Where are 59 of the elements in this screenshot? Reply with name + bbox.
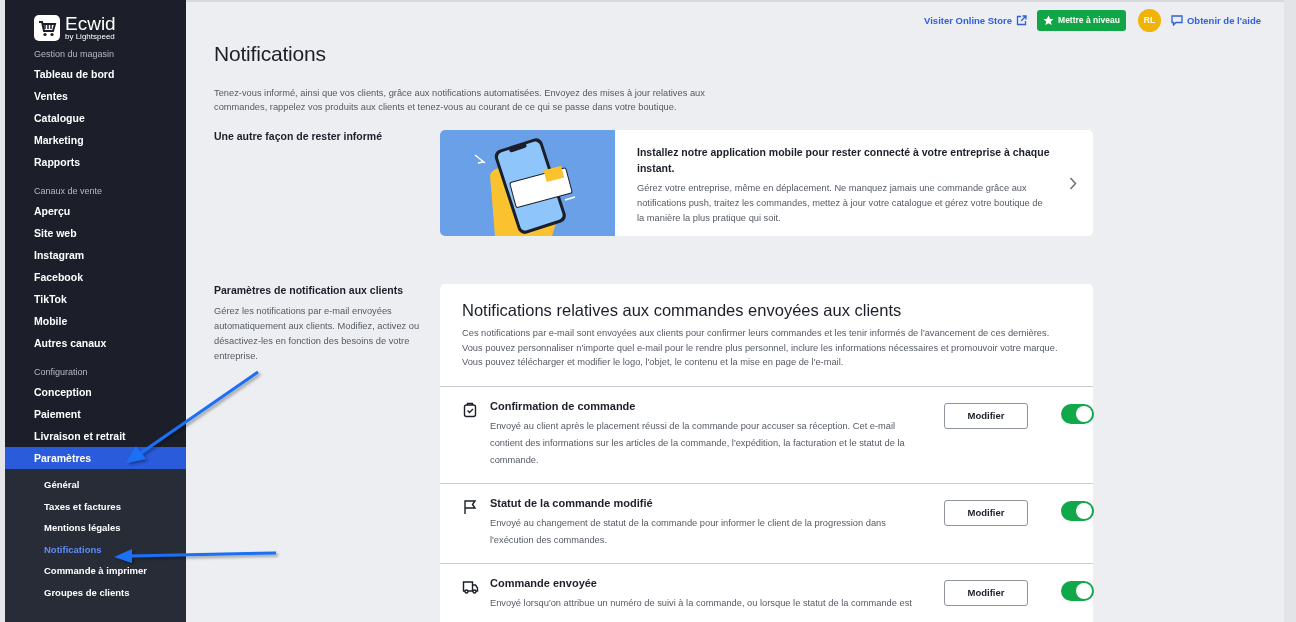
sidebar-item[interactable]: Catalogue: [5, 107, 186, 129]
sidebar-item[interactable]: Livraison et retrait: [5, 425, 186, 447]
chevron-right-icon: [1069, 176, 1077, 190]
clipboard-check-icon: [462, 401, 478, 418]
sidebar-section-heading: Configuration: [33, 366, 89, 379]
edit-button[interactable]: Modifier: [944, 499, 1028, 526]
sidebar-item[interactable]: Rapports: [5, 151, 186, 173]
sidebar-subitem[interactable]: Mentions légales: [5, 517, 186, 539]
toggle-switch[interactable]: [1061, 500, 1094, 521]
sidebar-item[interactable]: Aperçu: [5, 200, 186, 222]
notification-description: Envoyé au client après le placement réussi de la commande pour accuser sa réception. Cet e-mail contient des informations sur les articles de la commande, l'expédition, la facturation et le statut de la commande.: [490, 419, 906, 467]
help-link[interactable]: Obtenir de l'aide: [1170, 14, 1261, 26]
section-description: Gérez les notifications par e-mail envoyées automatiquement aux clients. Modifiez, activez ou désactivez-les en fonction des besoins de votre entreprise.: [214, 305, 421, 363]
sidebar-item[interactable]: TikTok: [5, 288, 186, 310]
section-heading: Une autre façon de rester informé: [214, 130, 384, 142]
chat-bubble-icon: [1170, 14, 1183, 26]
sidebar-item[interactable]: Ventes: [5, 85, 186, 107]
logo-tagline: by Lightspeed: [65, 33, 116, 41]
toggle-switch[interactable]: [1061, 403, 1094, 424]
notification-description: Envoyé lorsqu'on attribue un numéro de suivi à la commande, ou lorsque le statut de la commande est: [490, 596, 913, 610]
notification-description: Envoyé au changement de statut de la commande pour informer le client de la progression dans l'exécution des commandes.: [490, 516, 887, 547]
cart-logo-icon: [34, 14, 60, 41]
sidebar-subitem[interactable]: Général: [5, 474, 186, 496]
page-description: Tenez-vous informé, ainsi que vos clients, grâce aux notifications automatisées. Envoyez des mises à jour relatives aux commandes, rappelez vos produits aux clients et tenez-vous au courant de ce qui se passe dans votre boutique.: [214, 87, 706, 114]
edit-button[interactable]: Modifier: [944, 402, 1028, 429]
card-title: Notifications relatives aux commandes envoyées aux clients: [462, 301, 903, 320]
notification-title: Confirmation de commande: [490, 399, 637, 412]
visit-store-link[interactable]: Visiter Online Store: [924, 14, 1028, 26]
sidebar-item[interactable]: Conception: [5, 381, 186, 403]
sidebar-item[interactable]: Facebook: [5, 266, 186, 288]
edit-button[interactable]: Modifier: [944, 579, 1028, 606]
sidebar-item[interactable]: Tableau de bord: [5, 63, 186, 85]
sidebar-item[interactable]: Paiement: [5, 403, 186, 425]
notification-title: Commande envoyée: [490, 576, 598, 589]
section-heading: Paramètres de notification aux clients: [214, 284, 405, 296]
flag-icon: [462, 498, 478, 515]
truck-icon: [462, 578, 479, 595]
sidebar-item[interactable]: Autres canaux: [5, 332, 186, 354]
star-icon: [1043, 14, 1055, 26]
sidebar-item[interactable]: Marketing: [5, 129, 186, 151]
toggle-switch[interactable]: [1061, 580, 1094, 601]
promo-title: Installez notre application mobile pour rester connecté à votre entreprise à chaque instant.: [637, 145, 1051, 176]
card-description: Ces notifications par e-mail sont envoyées aux clients pour confirmer leurs commandes et les tenir informés de l'avancement de ces dernières. Vous pouvez personnaliser n'importe quel e-mail pour le rendre plus personnel, inclure les informations nécessaires et promouvoir votre marque. Vous pouvez télécharger et modifier le logo, l'objet, le contenu et la mise en page de l'e-mail.: [462, 327, 1059, 369]
promo-card[interactable]: [440, 130, 1093, 236]
sidebar-subitem[interactable]: Groupes de clients: [5, 581, 186, 603]
promo-text: Gérez votre entreprise, même en déplacement. Ne manquez jamais une commande grâce aux notifications push, traitez les commandes, mettez à jour votre catalogue et gérez votre boutique de la manière la plus pratique qui soit.: [637, 182, 1044, 225]
sidebar-section-heading: Gestion du magasin: [33, 48, 116, 61]
page-title: Notifications: [214, 42, 327, 66]
sidebar-subitem[interactable]: Taxes et factures: [5, 495, 186, 517]
sidebar-item[interactable]: Paramètres: [5, 447, 186, 469]
sidebar-item[interactable]: Instagram: [5, 244, 186, 266]
sidebar-subitem[interactable]: Notifications: [5, 538, 186, 560]
sidebar-section-heading: Canaux de vente: [33, 185, 104, 198]
sidebar-item[interactable]: Mobile: [5, 310, 186, 332]
sidebar-subitem[interactable]: Commande à imprimer: [5, 560, 186, 582]
sidebar-item[interactable]: Site web: [5, 222, 186, 244]
logo-wordmark: Ecwid: [65, 14, 116, 33]
external-link-icon: [1016, 14, 1028, 26]
notification-title: Statut de la commande modifié: [490, 496, 654, 509]
